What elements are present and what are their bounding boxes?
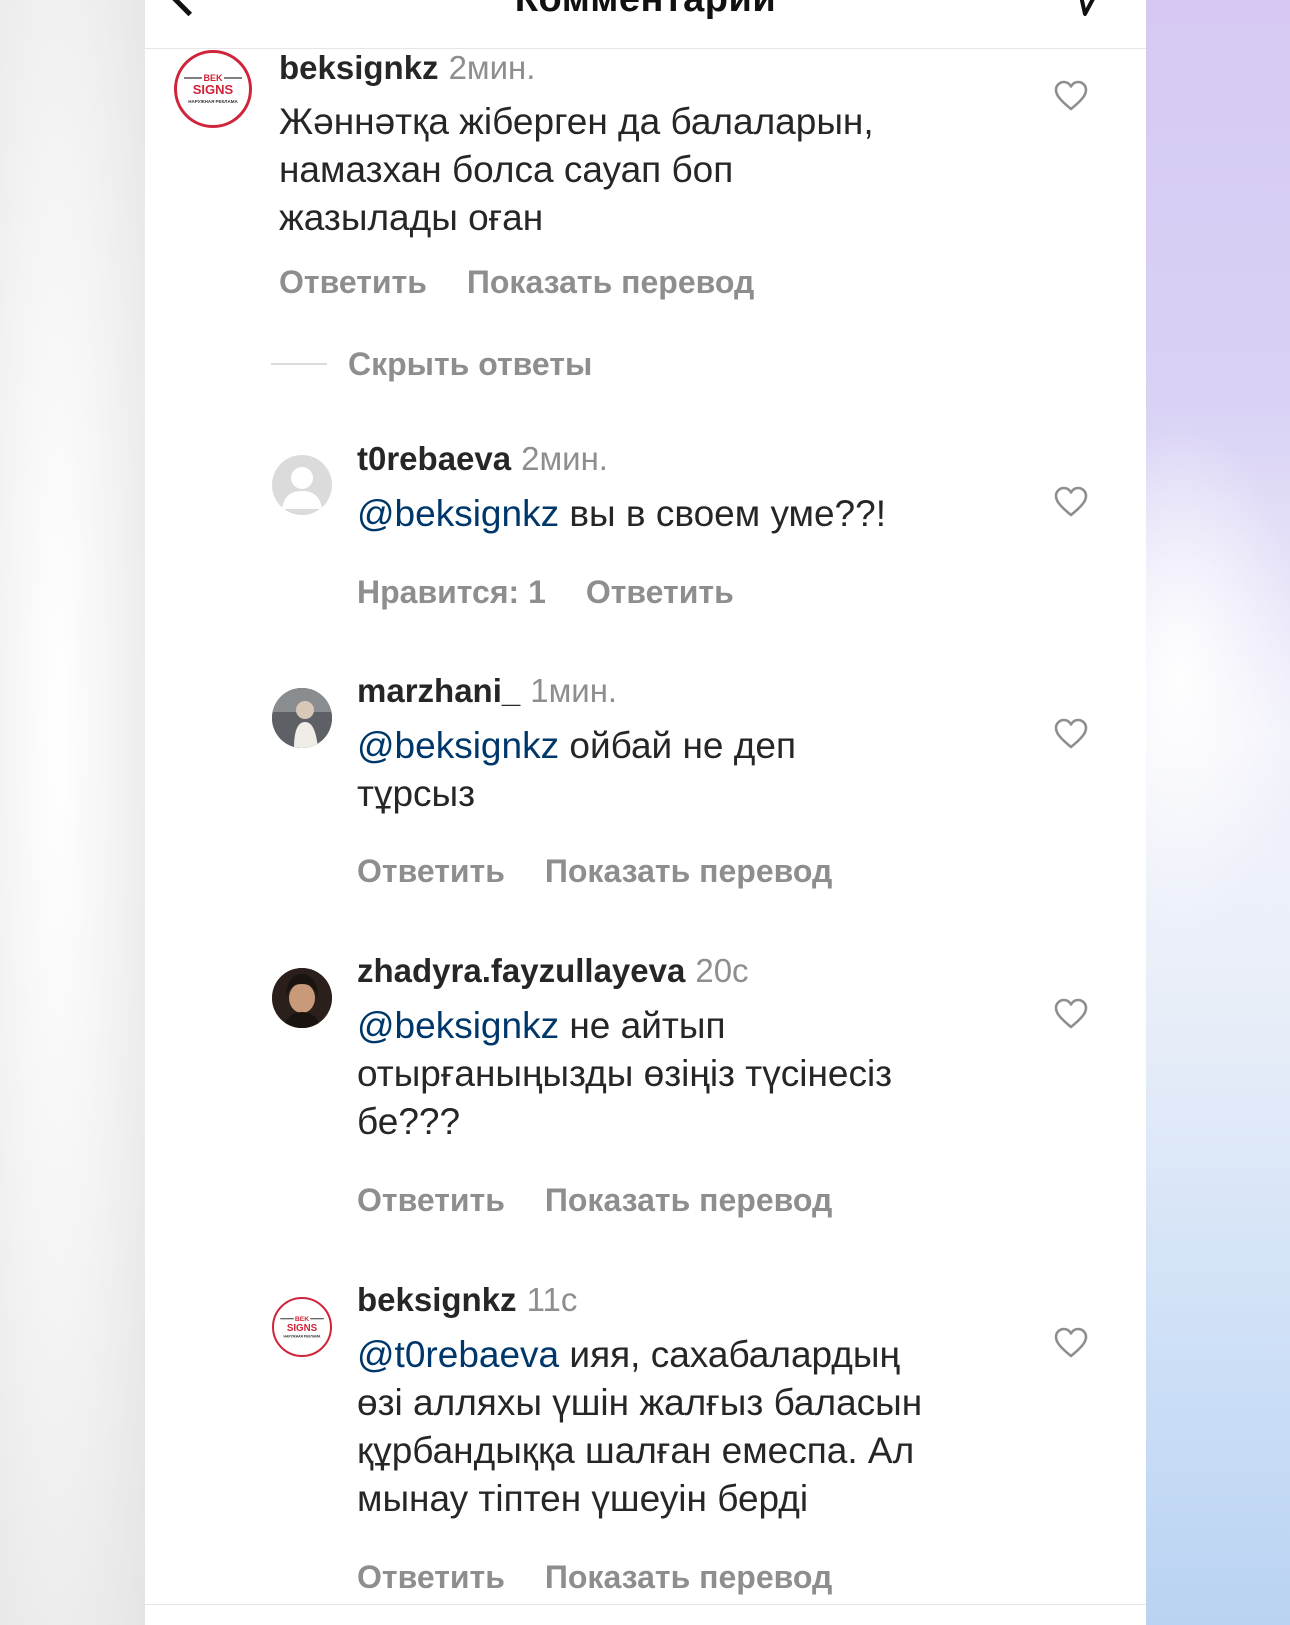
reply-actions: Ответить Показать перевод [357,853,872,890]
avatar[interactable] [272,968,332,1028]
mention-link[interactable]: @beksignkz [357,725,559,766]
background-left [0,0,145,1625]
heart-icon[interactable] [1054,1327,1088,1359]
comment-line: бе??? [357,1101,461,1142]
likes-count[interactable]: Нравится: 1 [357,574,546,610]
heart-icon[interactable] [1054,80,1088,112]
logo-main: SIGNS [287,1323,318,1334]
reply-button[interactable]: Ответить [357,1559,505,1595]
reply-text: @beksignkz ойбай не деп тұрсыз [357,722,1057,818]
reply-username[interactable]: marzhani_ 1мин. [357,672,617,710]
reply-text: @beksignkz вы в своем уме??! [357,490,1057,538]
top-bar: Комментарии [145,0,1146,49]
show-translation-button[interactable]: Показать перевод [545,1182,832,1218]
comment-line: мынау тіптен үшеуін берді [357,1478,809,1519]
comments-screen: Комментарии BEK SIGNS НАРУЖНАЯ РЕКЛАМА b… [145,0,1146,1625]
heart-icon[interactable] [1054,486,1088,518]
comment-line: @beksignkz вы в своем уме??! [357,493,886,534]
avatar[interactable] [272,455,332,515]
reply-time: 11с [526,1281,578,1318]
reply-actions: Ответить Показать перевод [357,1559,872,1596]
comment-username[interactable]: beksignkz 2мин. [279,49,535,87]
show-translation-button[interactable]: Показать перевод [467,264,754,300]
page-title: Комментарии [145,0,1146,21]
show-translation-button[interactable]: Показать перевод [545,1559,832,1595]
show-translation-button[interactable]: Показать перевод [545,853,832,889]
default-avatar-icon [282,467,322,509]
comment-line: өзі алляхы үшін жалғыз баласын [357,1382,923,1423]
comment-line: Жәннәтқа жіберген да балаларын, [279,101,874,142]
comment-line: @beksignkz не айтып [357,1005,726,1046]
reply-username[interactable]: t0rebaeva 2мин. [357,440,608,478]
reply-username[interactable]: beksignkz 11с [357,1281,577,1319]
send-icon[interactable] [1065,0,1105,16]
logo-top: BEK [295,1316,309,1323]
reply-button[interactable]: Ответить [357,853,505,889]
reply-text: @t0rebaeva ияя, сахабалардың өзі алляхы … [357,1331,1097,1523]
heart-icon[interactable] [1054,718,1088,750]
mention-link[interactable]: @beksignkz [357,493,559,534]
background-right [1126,0,1290,1625]
username[interactable]: t0rebaeva [357,440,511,477]
reply-text: @beksignkz не айтып отырғаныңызды өзіңіз… [357,1002,1077,1146]
username[interactable]: zhadyra.fayzullayeva [357,952,685,989]
profile-photo-icon [272,968,332,1028]
heart-icon[interactable] [1054,998,1088,1030]
reply-time: 20с [695,952,749,989]
hide-replies-button[interactable]: Скрыть ответы [348,346,592,383]
avatar[interactable]: BEK SIGNS НАРУЖНАЯ РЕКЛАМА [272,1297,332,1357]
comment-line: @beksignkz ойбай не деп [357,725,796,766]
comment-line: намазхан болса сауап боп [279,149,734,190]
mention-link[interactable]: @t0rebaeva [357,1334,559,1375]
comment-line: жазылады оған [279,197,544,238]
beksigns-logo-icon: BEK SIGNS НАРУЖНАЯ РЕКЛАМА [184,73,242,104]
mention-link[interactable]: @beksignkz [357,1005,559,1046]
comment-text: Жәннәтқа жіберген да балаларын, намазхан… [279,98,979,242]
reply-time: 1мин. [530,672,618,709]
username[interactable]: beksignkz [279,49,439,86]
avatar[interactable]: BEK SIGNS НАРУЖНАЯ РЕКЛАМА [174,50,252,128]
beksigns-logo-icon: BEK SIGNS НАРУЖНАЯ РЕКЛАМА [280,1316,324,1339]
reply-actions: Нравится: 1 Ответить [357,574,774,611]
bottom-divider [145,1604,1146,1605]
logo-sub: НАРУЖНАЯ РЕКЛАМА [188,99,238,104]
comment-line: @t0rebaeva ияя, сахабалардың [357,1334,900,1375]
comment-line: құрбандыққа шалған емеспа. Ал [357,1430,915,1471]
profile-photo-icon [272,688,332,748]
comment-line: отырғаныңызды өзіңіз түсінесіз [357,1053,893,1094]
comment-line: тұрсыз [357,773,476,814]
hide-replies-divider [271,363,327,365]
reply-button[interactable]: Ответить [586,574,734,610]
reply-time: 2мин. [521,440,608,477]
username[interactable]: beksignkz [357,1281,517,1318]
comment-actions: Ответить Показать перевод [279,264,794,301]
username[interactable]: marzhani_ [357,672,520,709]
avatar[interactable] [272,688,332,748]
reply-button[interactable]: Ответить [357,1182,505,1218]
reply-actions: Ответить Показать перевод [357,1182,872,1219]
reply-username[interactable]: zhadyra.fayzullayeva 20с [357,952,749,990]
logo-main: SIGNS [193,82,234,97]
comment-time: 2мин. [448,49,536,86]
logo-sub: НАРУЖНАЯ РЕКЛАМА [284,1335,321,1339]
reply-button[interactable]: Ответить [279,264,427,300]
